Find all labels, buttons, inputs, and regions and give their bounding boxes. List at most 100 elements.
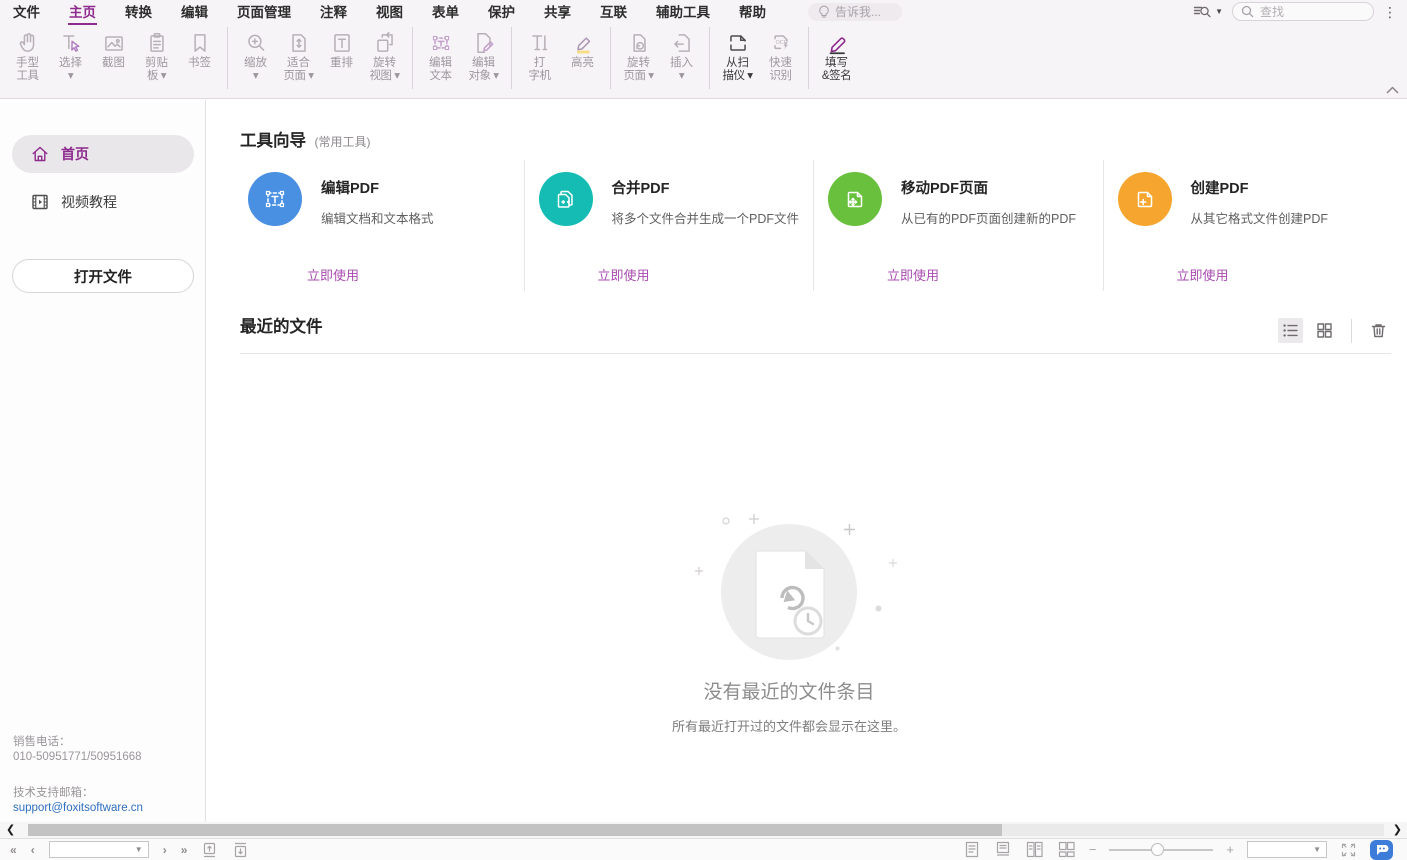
previous-view-button[interactable]	[201, 842, 218, 858]
sidebar-item-home[interactable]: 首页	[12, 135, 194, 173]
tool-edit-text[interactable]: 编辑 文本	[419, 24, 462, 83]
tool-rotate-pages[interactable]: 旋转 页面 ▾	[617, 24, 660, 83]
card-create-pdf[interactable]: 创建PDF 从其它格式文件创建PDF 立即使用	[1103, 160, 1393, 291]
use-now-link[interactable]: 立即使用	[307, 265, 359, 284]
menu-file[interactable]: 文件	[12, 0, 41, 25]
clipboard-icon	[144, 29, 170, 57]
sidebar-item-video-tutorials[interactable]: 视频教程	[12, 186, 194, 218]
tool-hand-tool[interactable]: 手型 工具	[6, 24, 49, 83]
ribbon: 文件 主页 转换 编辑 页面管理 注释 视图 表单 保护 共享 互联 辅助工具 …	[0, 0, 1407, 99]
plus-decoration	[694, 566, 704, 576]
open-file-button[interactable]: 打开文件	[12, 259, 194, 293]
menu-page-management[interactable]: 页面管理	[236, 0, 292, 25]
edit-pdf-icon	[248, 172, 302, 226]
ocr-icon: OCR	[768, 29, 794, 57]
tool-clipboard[interactable]: 剪贴 板 ▾	[135, 24, 178, 83]
edit-object-icon	[471, 29, 497, 57]
continuous-view-button[interactable]	[994, 841, 1012, 858]
card-desc: 将多个文件合并生成一个PDF文件	[612, 208, 814, 227]
menu-comment[interactable]: 注释	[319, 0, 348, 25]
horizontal-scrollbar[interactable]: ❮ ❯	[0, 822, 1407, 838]
card-merge-pdf[interactable]: 合并PDF 将多个文件合并生成一个PDF文件 立即使用	[524, 160, 814, 291]
tool-edit-object[interactable]: 编辑 对象 ▾	[462, 24, 505, 83]
zoom-slider[interactable]	[1109, 843, 1213, 857]
use-now-link[interactable]: 立即使用	[598, 265, 650, 284]
tool-from-scanner[interactable]: 从扫 描仪 ▾	[716, 24, 759, 83]
menu-form[interactable]: 表单	[431, 0, 460, 25]
zoom-level-select[interactable]: ▼	[1247, 841, 1327, 858]
last-page-button[interactable]: »	[181, 843, 188, 857]
tool-bookmark[interactable]: 书签	[178, 24, 221, 70]
main-content: 工具向导 (常用工具) 编辑PDF 编辑文档和文本格式 立即使用 合并PDF 将…	[207, 100, 1407, 822]
continuous-facing-view-button[interactable]	[1057, 841, 1076, 858]
tool-fit-page[interactable]: 适合 页面 ▾	[277, 24, 320, 83]
caret-down-icon: ▼	[1215, 7, 1223, 16]
find-input[interactable]	[1260, 5, 1360, 19]
menu-connect[interactable]: 互联	[599, 0, 628, 25]
empty-state-document-icon	[755, 550, 825, 642]
facing-view-button[interactable]	[1025, 841, 1044, 858]
tool-select[interactable]: 选择 ▾	[49, 24, 92, 83]
scroll-right-arrow-icon[interactable]: ❯	[1393, 823, 1402, 836]
grid-view-button[interactable]	[1312, 318, 1337, 343]
single-page-view-button[interactable]	[963, 841, 981, 858]
scrollbar-thumb[interactable]	[28, 824, 1002, 836]
use-now-link[interactable]: 立即使用	[1177, 265, 1229, 284]
menu-home[interactable]: 主页	[68, 0, 97, 25]
page-number-select[interactable]: ▼	[49, 841, 149, 858]
zoom-in-button[interactable]: +	[1226, 842, 1234, 857]
select-cursor-icon	[58, 29, 84, 57]
sidebar-item-label: 视频教程	[61, 192, 117, 212]
scroll-left-arrow-icon[interactable]: ❮	[6, 823, 15, 836]
highlight-icon	[570, 29, 596, 57]
next-view-button[interactable]	[232, 842, 249, 858]
plus-decoration	[748, 513, 760, 525]
menu-edit[interactable]: 编辑	[180, 0, 209, 25]
merge-pdf-icon	[539, 172, 593, 226]
ribbon-group-separator	[808, 27, 809, 89]
more-menu-icon[interactable]: ⋮	[1383, 5, 1397, 19]
menu-convert[interactable]: 转换	[124, 0, 153, 25]
find-search-box[interactable]	[1232, 2, 1374, 21]
menu-protect[interactable]: 保护	[487, 0, 516, 25]
previous-page-button[interactable]: ‹	[31, 843, 35, 857]
menu-share[interactable]: 共享	[543, 0, 572, 25]
sales-phone-number: 010-50951771/50951668	[13, 750, 143, 765]
insert-page-icon	[669, 29, 695, 57]
fullscreen-button[interactable]	[1340, 842, 1357, 858]
support-email-link[interactable]: support@foxitsoftware.cn	[13, 802, 143, 814]
collapse-ribbon-icon[interactable]	[1386, 86, 1399, 94]
foxit-assistant-icon[interactable]	[1370, 840, 1393, 860]
clear-recent-trash-button[interactable]	[1366, 318, 1391, 343]
card-desc: 编辑文档和文本格式	[321, 208, 524, 227]
tool-rotate-view[interactable]: 旋转 视图 ▾	[363, 24, 406, 83]
card-move-pdf-pages[interactable]: 移动PDF页面 从已有的PDF页面创建新的PDF 立即使用	[813, 160, 1103, 291]
ribbon-group-separator	[412, 27, 413, 89]
list-view-button[interactable]	[1278, 318, 1303, 343]
status-bar: « ‹ ▼ › » − +	[0, 838, 1407, 860]
zoom-out-button[interactable]: −	[1089, 842, 1097, 857]
first-page-button[interactable]: «	[10, 843, 17, 857]
edit-text-icon	[428, 29, 454, 57]
tool-snapshot[interactable]: 截图	[92, 24, 135, 70]
zoom-slider-knob[interactable]	[1151, 843, 1164, 856]
tell-me-box[interactable]: 告诉我...	[808, 3, 902, 21]
tool-highlight[interactable]: 高亮	[561, 24, 604, 70]
menu-help[interactable]: 帮助	[738, 0, 767, 25]
recent-divider	[240, 353, 1391, 354]
use-now-link[interactable]: 立即使用	[887, 265, 939, 284]
menu-accessibility[interactable]: 辅助工具	[655, 0, 711, 25]
advanced-search-icon[interactable]: ▼	[1193, 3, 1223, 20]
toolbar-separator	[1351, 319, 1352, 343]
tool-quick-ocr[interactable]: OCR 快速 识别	[759, 24, 802, 83]
next-page-button[interactable]: ›	[163, 843, 167, 857]
tool-insert[interactable]: 插入 ▾	[660, 24, 703, 83]
scrollbar-track[interactable]	[28, 824, 1384, 836]
tool-reflow[interactable]: 重排	[320, 24, 363, 70]
tool-zoom[interactable]: 缩放 ▾	[234, 24, 277, 83]
tool-fill-sign[interactable]: 填写 &签名	[815, 24, 858, 83]
card-edit-pdf[interactable]: 编辑PDF 编辑文档和文本格式 立即使用	[234, 160, 524, 291]
menu-view[interactable]: 视图	[375, 0, 404, 25]
fill-sign-pen-icon	[824, 29, 850, 57]
tool-typewriter[interactable]: 打 字机	[518, 24, 561, 83]
